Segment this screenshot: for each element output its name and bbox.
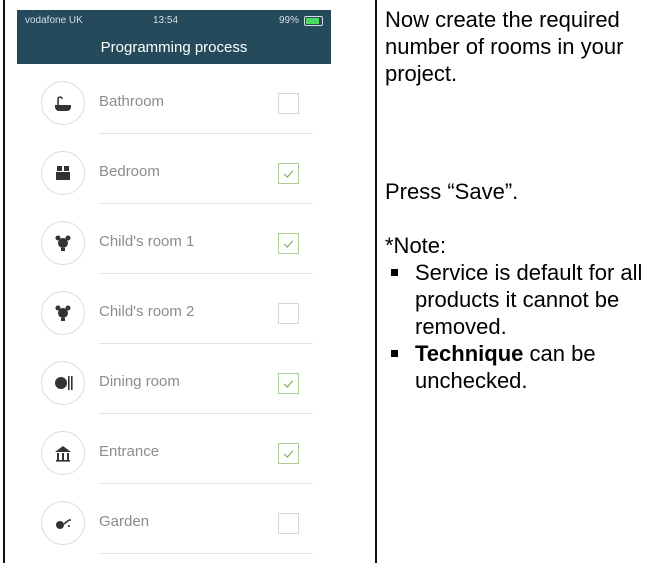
room-label: Bedroom (99, 163, 160, 180)
nav-bar: vodafone UK 13:54 99% Programming proces… (17, 10, 331, 64)
note-heading: *Note: (385, 233, 447, 258)
room-checkbox[interactable] (278, 303, 299, 324)
room-checkbox[interactable] (278, 513, 299, 534)
room-checkbox[interactable] (278, 373, 299, 394)
phone-screen: vodafone UK 13:54 99% Programming proces… (17, 10, 331, 563)
battery-percent: 99% (278, 15, 299, 26)
teddy-bear-icon (41, 291, 85, 335)
checkmark-icon (283, 380, 294, 388)
room-row-childs-room-1[interactable]: Child's room 1 (17, 204, 331, 274)
house-entrance-icon (41, 431, 85, 475)
room-row-bathroom[interactable]: Bathroom (17, 64, 331, 134)
room-label: Bathroom (99, 93, 165, 110)
room-label: Child's room 2 (99, 303, 195, 320)
bathtub-icon (41, 81, 85, 125)
room-checkbox[interactable] (278, 93, 299, 114)
teddy-bear-icon (41, 221, 85, 265)
checkmark-icon (283, 240, 294, 248)
instruction-press-save: Press “Save”. (385, 179, 519, 204)
room-row-childs-room-2[interactable]: Child's room 2 (17, 274, 331, 344)
checkmark-icon (283, 450, 294, 458)
page-title: Programming process (100, 39, 248, 56)
frame-left-border (3, 0, 5, 563)
checkmark-icon (283, 170, 294, 178)
room-label: Dining room (99, 373, 180, 390)
plate-cutlery-icon (41, 361, 85, 405)
room-checkbox[interactable] (278, 163, 299, 184)
clock-label: 13:54 (153, 15, 179, 26)
status-bar: vodafone UK 13:54 99% (17, 10, 331, 30)
room-checkbox[interactable] (278, 443, 299, 464)
frame-divider (375, 0, 377, 563)
note-text: Service is default for all products it c… (415, 260, 643, 339)
room-row-entrance[interactable]: Entrance (17, 414, 331, 484)
room-checkbox[interactable] (278, 233, 299, 254)
note-bullet-service: Service is default for all products it c… (385, 259, 660, 340)
room-label: Entrance (99, 443, 160, 460)
room-row-garden[interactable]: Garden (17, 484, 331, 554)
bullet-marker (391, 350, 398, 357)
battery-icon (304, 16, 323, 26)
room-label: Child's room 1 (99, 233, 195, 250)
note-list: Service is default for all products it c… (385, 259, 660, 394)
row-divider (99, 553, 313, 554)
room-list: Bathroom Bedroom Child's room 1 Child's … (17, 64, 331, 554)
note-bullet-technique: Technique can be unchecked. (385, 340, 660, 394)
room-label: Garden (99, 513, 150, 530)
room-row-dining-room[interactable]: Dining room (17, 344, 331, 414)
room-row-bedroom[interactable]: Bedroom (17, 134, 331, 204)
bed-icon (41, 151, 85, 195)
instruction-create-rooms: Now create the required number of rooms … (385, 7, 624, 86)
carrier-label: vodafone UK (25, 15, 83, 26)
bullet-marker (391, 269, 398, 276)
watering-can-icon (41, 501, 85, 545)
note-bold-term: Technique (415, 341, 524, 366)
